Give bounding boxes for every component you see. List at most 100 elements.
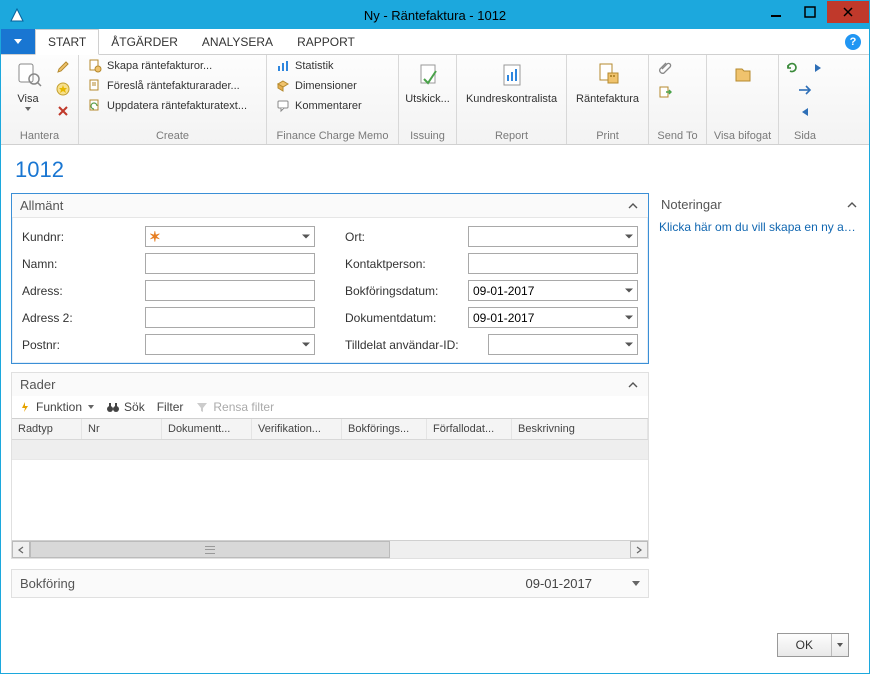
tilldelat-label: Tilldelat användar-ID: [345,338,480,352]
visa-bifogat-button[interactable] [722,57,764,93]
group-visabifogat-label: Visa bifogat [713,130,772,144]
col-radtyp[interactable]: Radtyp [12,419,82,439]
tilldelat-input[interactable] [488,334,638,355]
scroll-thumb[interactable] [30,541,390,558]
postnr-label: Postnr: [22,338,137,352]
namn-label: Namn: [22,257,137,271]
maximize-button[interactable] [793,1,827,23]
required-star-icon: ✶ [149,228,161,245]
skapa-button[interactable]: Skapa räntefakturor... [85,57,249,75]
panel-allmant: Allmänt Kundnr: ✶ [11,193,649,364]
help-icon[interactable]: ? [845,34,861,50]
close-button[interactable] [827,1,869,23]
ok-dropdown[interactable] [832,643,848,647]
kommentarer-label: Kommentarer [295,100,362,112]
funktion-button[interactable]: Funktion [18,400,94,414]
panel-bokforing[interactable]: Bokföring 09-01-2017 [11,569,649,598]
app-icon [5,3,29,27]
grid-new-row[interactable] [12,440,648,460]
rader-grid: Radtyp Nr Dokumentt... Verifikation... B… [12,418,648,558]
collapse-allmant-icon[interactable] [626,199,640,213]
binoculars-icon [106,400,120,414]
export-icon[interactable] [655,83,675,101]
new-icon[interactable] [53,80,73,98]
kundnr-label: Kundnr: [22,230,137,244]
skapa-label: Skapa räntefakturor... [107,60,212,72]
col-beskrivning[interactable]: Beskrivning [512,419,648,439]
adress2-label: Adress 2: [22,311,137,325]
tab-rapport[interactable]: RAPPORT [285,29,367,54]
sok-button[interactable]: Sök [106,400,145,414]
forward-icon[interactable] [795,81,815,99]
collapse-noteringar-icon[interactable] [847,200,857,210]
namn-input[interactable] [145,253,315,274]
page-title: 1012 [15,157,859,183]
next-icon[interactable] [808,59,828,77]
group-print-label: Print [573,130,642,144]
tab-start[interactable]: START [35,29,99,55]
bokforingsdatum-input[interactable] [468,280,638,301]
scroll-right-button[interactable] [630,541,648,558]
foresla-button[interactable]: Föreslå räntefakturarader... [85,77,249,95]
kundreskontralista-button[interactable]: Kundreskontralista [463,57,560,107]
postnr-input[interactable] [145,334,315,355]
utskick-button[interactable]: Utskick... [405,57,450,107]
group-sida-label: Sida [785,130,825,144]
scroll-left-button[interactable] [12,541,30,558]
ribbon-tab-row: START ÅTGÄRDER ANALYSERA RAPPORT ? [1,29,869,55]
col-dokument[interactable]: Dokumentt... [162,419,252,439]
uppdatera-label: Uppdatera räntefakturatext... [107,100,247,112]
dimensions-icon [275,78,291,94]
rantefaktura-button[interactable]: Räntefaktura [573,57,642,107]
document-gear-icon [87,58,103,74]
refresh-icon[interactable] [782,59,802,77]
chevron-down-icon [632,581,640,586]
prev-icon[interactable] [795,103,815,121]
kund-label: Kundreskontralista [466,93,557,105]
grid-header: Radtyp Nr Dokumentt... Verifikation... B… [12,419,648,440]
minimize-button[interactable] [759,1,793,23]
kontakt-input[interactable] [468,253,638,274]
statistik-label: Statistik [295,60,334,72]
dimensioner-button[interactable]: Dimensioner [273,77,364,95]
col-nr[interactable]: Nr [82,419,162,439]
noteringar-new-link[interactable]: Klicka här om du vill skapa en ny an... [659,216,859,238]
group-create-label: Create [85,130,260,144]
dokumentdatum-label: Dokumentdatum: [345,311,460,325]
file-menu-button[interactable] [1,29,35,54]
attach-icon[interactable] [655,59,675,77]
rensa-filter-button[interactable]: Rensa filter [195,400,274,414]
kontakt-label: Kontaktperson: [345,257,460,271]
col-bokforings[interactable]: Bokförings... [342,419,427,439]
tab-analysera[interactable]: ANALYSERA [190,29,285,54]
collapse-rader-icon[interactable] [626,378,640,392]
noteringar-title: Noteringar [661,197,722,212]
dokumentdatum-input[interactable] [468,307,638,328]
horizontal-scrollbar[interactable] [12,540,648,558]
panel-rader-title: Rader [20,377,55,392]
panel-rader: Rader Funktion Sök [11,372,649,559]
visa-label: Visa [17,93,38,105]
rantefaktura-label: Räntefaktura [576,93,639,105]
visa-button[interactable]: Visa [7,57,49,113]
funnel-clear-icon [195,400,209,414]
filter-button[interactable]: Filter [157,400,184,414]
ort-input[interactable] [468,226,638,247]
edit-icon[interactable] [53,58,73,76]
adress2-input[interactable] [145,307,315,328]
bokforing-value: 09-01-2017 [526,576,593,591]
col-verifikation[interactable]: Verifikation... [252,419,342,439]
col-forfallo[interactable]: Förfallodat... [427,419,512,439]
ok-button[interactable]: OK [777,633,849,657]
kommentarer-button[interactable]: Kommentarer [273,97,364,115]
kundnr-input[interactable] [145,226,315,247]
grid-body[interactable] [12,440,648,540]
tab-atgarder[interactable]: ÅTGÄRDER [99,29,190,54]
adress-input[interactable] [145,280,315,301]
foresla-label: Föreslå räntefakturarader... [107,80,240,92]
group-report-label: Report [463,130,560,144]
statistik-button[interactable]: Statistik [273,57,364,75]
uppdatera-button[interactable]: Uppdatera räntefakturatext... [85,97,249,115]
delete-icon[interactable] [53,102,73,120]
window-title: Ny - Räntefaktura - 1012 [1,8,869,23]
